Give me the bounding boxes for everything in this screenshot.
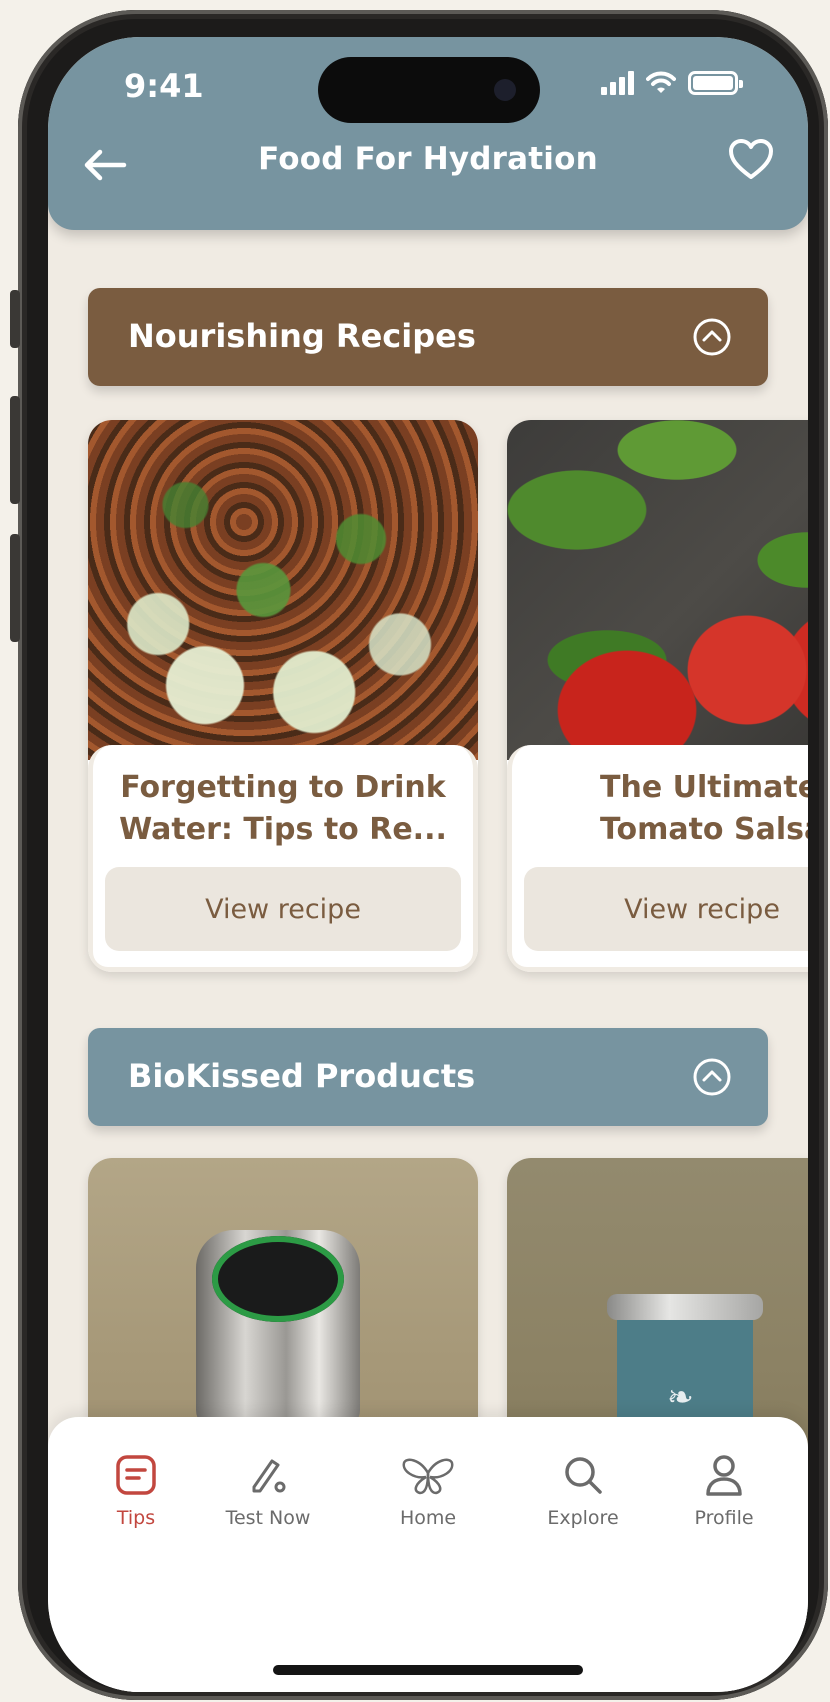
chevron-up-circle-icon[interactable] (692, 1057, 732, 1097)
dynamic-island (318, 57, 540, 123)
view-recipe-button[interactable]: View recipe (105, 867, 461, 951)
wifi-icon (646, 71, 676, 93)
tips-icon (116, 1455, 156, 1495)
recipe-card[interactable]: The Ultimate Tomato Salsa View recipe (507, 420, 808, 972)
section-title: BioKissed Products (128, 1057, 476, 1095)
recipe-title: The Ultimate Tomato Salsa (600, 767, 808, 851)
recipe-title-line2: Water: Tips to Re... (119, 812, 447, 847)
status-icons (601, 71, 743, 95)
recipe-card[interactable]: Forgetting to Drink Water: Tips to Re...… (88, 420, 478, 972)
page-title: Food For Hydration (258, 141, 598, 177)
bottle-cap (196, 1230, 360, 1430)
app-screen: 9:41 Food For Hydration Nourishing Recip… (48, 37, 808, 1692)
recipe-title-line1: The Ultimate (600, 770, 808, 805)
tab-label: Test Now (225, 1507, 311, 1529)
tab-profile[interactable]: Profile (654, 1451, 794, 1529)
heart-icon[interactable] (726, 135, 776, 185)
butterfly-icon (402, 1458, 454, 1495)
tab-home[interactable]: Home (358, 1451, 498, 1529)
home-indicator (273, 1665, 583, 1675)
tumbler-lid (607, 1294, 763, 1320)
tab-label: Home (399, 1507, 457, 1529)
signal-icon (601, 71, 634, 95)
tab-tips[interactable]: Tips (66, 1451, 206, 1529)
section-title: Nourishing Recipes (128, 317, 476, 355)
recipe-card-body: The Ultimate Tomato Salsa View recipe (507, 745, 808, 972)
recipe-image (88, 420, 478, 760)
battery-icon (688, 71, 743, 95)
section-header-products[interactable]: BioKissed Products (88, 1028, 768, 1126)
volume-up-button (10, 396, 20, 504)
recipe-title: Forgetting to Drink Water: Tips to Re... (103, 767, 463, 851)
recipe-card-body: Forgetting to Drink Water: Tips to Re...… (88, 745, 478, 972)
recipe-image (507, 420, 808, 760)
status-time: 9:41 (124, 67, 204, 105)
butterfly-logo-icon: ❧ (667, 1378, 694, 1416)
tab-label: Explore (547, 1507, 619, 1529)
tab-explore[interactable]: Explore (513, 1451, 653, 1529)
pen-icon (252, 1459, 286, 1493)
app-header: 9:41 Food For Hydration (48, 37, 808, 230)
recipe-title-line1: Forgetting to Drink (120, 770, 446, 805)
bottom-tab-bar: Tips Test Now Home Explore Profile (48, 1417, 808, 1692)
view-recipe-button[interactable]: View recipe (524, 867, 808, 951)
volume-down-button (10, 534, 20, 642)
mute-switch (10, 290, 20, 348)
chevron-up-circle-icon[interactable] (692, 317, 732, 357)
tab-label: Tips (116, 1507, 156, 1529)
tab-test-now[interactable]: Test Now (198, 1451, 338, 1529)
search-icon (565, 1457, 602, 1494)
recipe-title-line2: Tomato Salsa (600, 812, 808, 847)
user-icon (706, 1455, 742, 1496)
section-header-recipes[interactable]: Nourishing Recipes (88, 288, 768, 386)
tab-label: Profile (694, 1507, 754, 1529)
